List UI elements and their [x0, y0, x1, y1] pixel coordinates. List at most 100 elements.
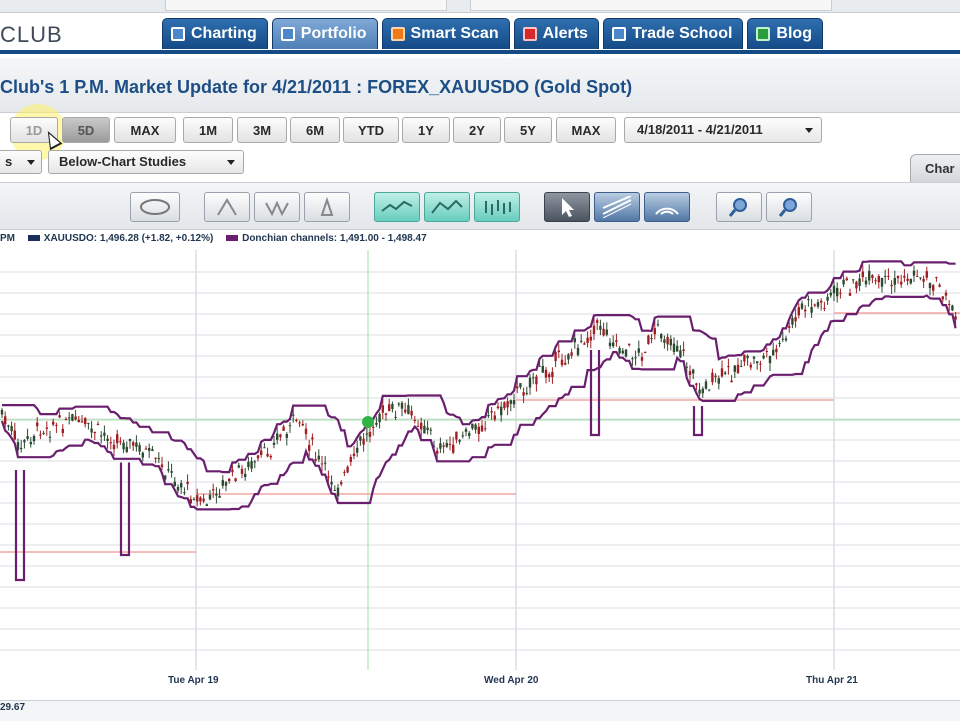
candle-body: [218, 495, 221, 498]
candle-body: [372, 426, 375, 428]
trendline-tool-button[interactable]: [594, 192, 640, 222]
series-swatch: [27, 234, 40, 241]
range-max-button-1[interactable]: MAX: [114, 117, 176, 143]
tab-portfolio[interactable]: Portfolio: [271, 18, 378, 49]
candle-body: [669, 338, 672, 346]
candle-body: [762, 355, 765, 359]
blog-icon: [756, 27, 771, 41]
candle-body: [224, 482, 228, 486]
nav-underline: [0, 50, 960, 54]
candle-body: [768, 355, 772, 364]
above-chart-studies-select[interactable]: s: [0, 150, 42, 174]
candle-body: [570, 352, 573, 356]
date-range-select[interactable]: 4/18/2011 - 4/21/2011: [624, 117, 822, 143]
candle-body: [125, 446, 128, 452]
candle-body: [938, 284, 941, 287]
candle-body: [256, 455, 260, 459]
range-1y-button[interactable]: 1Y: [402, 117, 450, 143]
candle-body: [29, 441, 32, 445]
candle-chart-icon: [217, 198, 237, 216]
candle-body: [429, 429, 432, 431]
candle-body: [445, 443, 448, 447]
candle-body: [116, 434, 119, 444]
candle-body: [778, 343, 781, 345]
candle-body: [480, 425, 484, 432]
price-chart[interactable]: Tue Apr 19 Wed Apr 20 Thu Apr 21: [0, 250, 960, 700]
range-max-button-2[interactable]: MAX: [556, 117, 616, 143]
candle-body: [804, 309, 807, 312]
candle-body: [765, 350, 768, 352]
zoom-in-button[interactable]: [716, 192, 762, 222]
tab-blog[interactable]: Blog: [747, 18, 823, 49]
candle-body: [260, 450, 263, 455]
candle-body: [304, 428, 308, 435]
zoom-in-icon: [728, 198, 747, 217]
candle-body: [752, 356, 756, 359]
candle-body: [852, 279, 855, 281]
candle-body: [666, 336, 669, 345]
candle-body: [653, 328, 656, 335]
candle-body: [71, 414, 74, 421]
fibonacci-tool-button[interactable]: [644, 192, 690, 222]
candle-body: [906, 278, 909, 281]
range-5y-button[interactable]: 5Y: [504, 117, 552, 143]
bar-chart-icon: [320, 197, 334, 216]
candle-body: [237, 465, 240, 468]
range-5d-button[interactable]: 5D: [62, 117, 110, 143]
candle-body: [573, 338, 576, 343]
tab-chart-settings[interactable]: Char: [910, 154, 960, 182]
candle-body: [871, 275, 874, 279]
candle-body: [797, 307, 800, 316]
chart-type-button-3[interactable]: [304, 192, 350, 222]
range-3m-button[interactable]: 3M: [237, 117, 287, 143]
tab-alerts[interactable]: Alerts: [513, 18, 599, 49]
study-button-3[interactable]: [474, 192, 520, 222]
chart-type-button-2[interactable]: [254, 192, 300, 222]
candle-body: [948, 304, 951, 306]
candle-body: [96, 423, 100, 426]
candle-body: [471, 423, 474, 429]
tab-smart-scan[interactable]: Smart Scan: [381, 18, 510, 49]
candle-body: [733, 365, 736, 372]
range-2y-button[interactable]: 2Y: [453, 117, 501, 143]
below-chart-studies-select[interactable]: Below-Chart Studies: [48, 150, 244, 174]
zoom-out-button[interactable]: [766, 192, 812, 222]
study-button-1[interactable]: [374, 192, 420, 222]
candle-body: [183, 492, 186, 494]
candle-body: [359, 436, 362, 441]
candle-body: [202, 498, 205, 502]
chart-type-button-1[interactable]: [204, 192, 250, 222]
candle-body: [128, 438, 132, 442]
x-label-tue: Tue Apr 19: [168, 675, 219, 686]
candle-body: [676, 345, 679, 352]
candle-body: [820, 300, 823, 303]
candle-body: [506, 401, 509, 408]
legend-donchian: Donchian channels: 1,491.00 - 1,498.47: [242, 233, 427, 244]
study-button-2[interactable]: [424, 192, 470, 222]
donchian-spike: [14, 470, 26, 582]
candle-body: [141, 452, 144, 458]
candle-body: [586, 337, 589, 343]
candle-body: [896, 275, 900, 279]
candle-body: [388, 404, 391, 412]
chart-grid: [0, 250, 960, 670]
tab-trade-school[interactable]: Trade School: [602, 18, 744, 49]
annotation-button[interactable]: [130, 192, 180, 222]
bottom-axis-value: 29.67: [0, 702, 26, 713]
candle-body: [842, 279, 845, 285]
candle-body: [439, 443, 442, 449]
candle-body: [474, 424, 477, 430]
candle-body: [880, 277, 884, 287]
tab-charting[interactable]: Charting: [162, 18, 268, 49]
candle-body: [874, 280, 877, 282]
candle-body: [839, 292, 842, 294]
range-ytd-button[interactable]: YTD: [343, 117, 399, 143]
candle-body: [858, 278, 861, 286]
candle-body: [695, 383, 698, 386]
candle-body: [119, 441, 122, 443]
pointer-tool-button[interactable]: [544, 192, 590, 222]
candle-body: [749, 364, 752, 368]
range-1m-button[interactable]: 1M: [183, 117, 233, 143]
candle-body: [320, 463, 324, 465]
range-6m-button[interactable]: 6M: [290, 117, 340, 143]
